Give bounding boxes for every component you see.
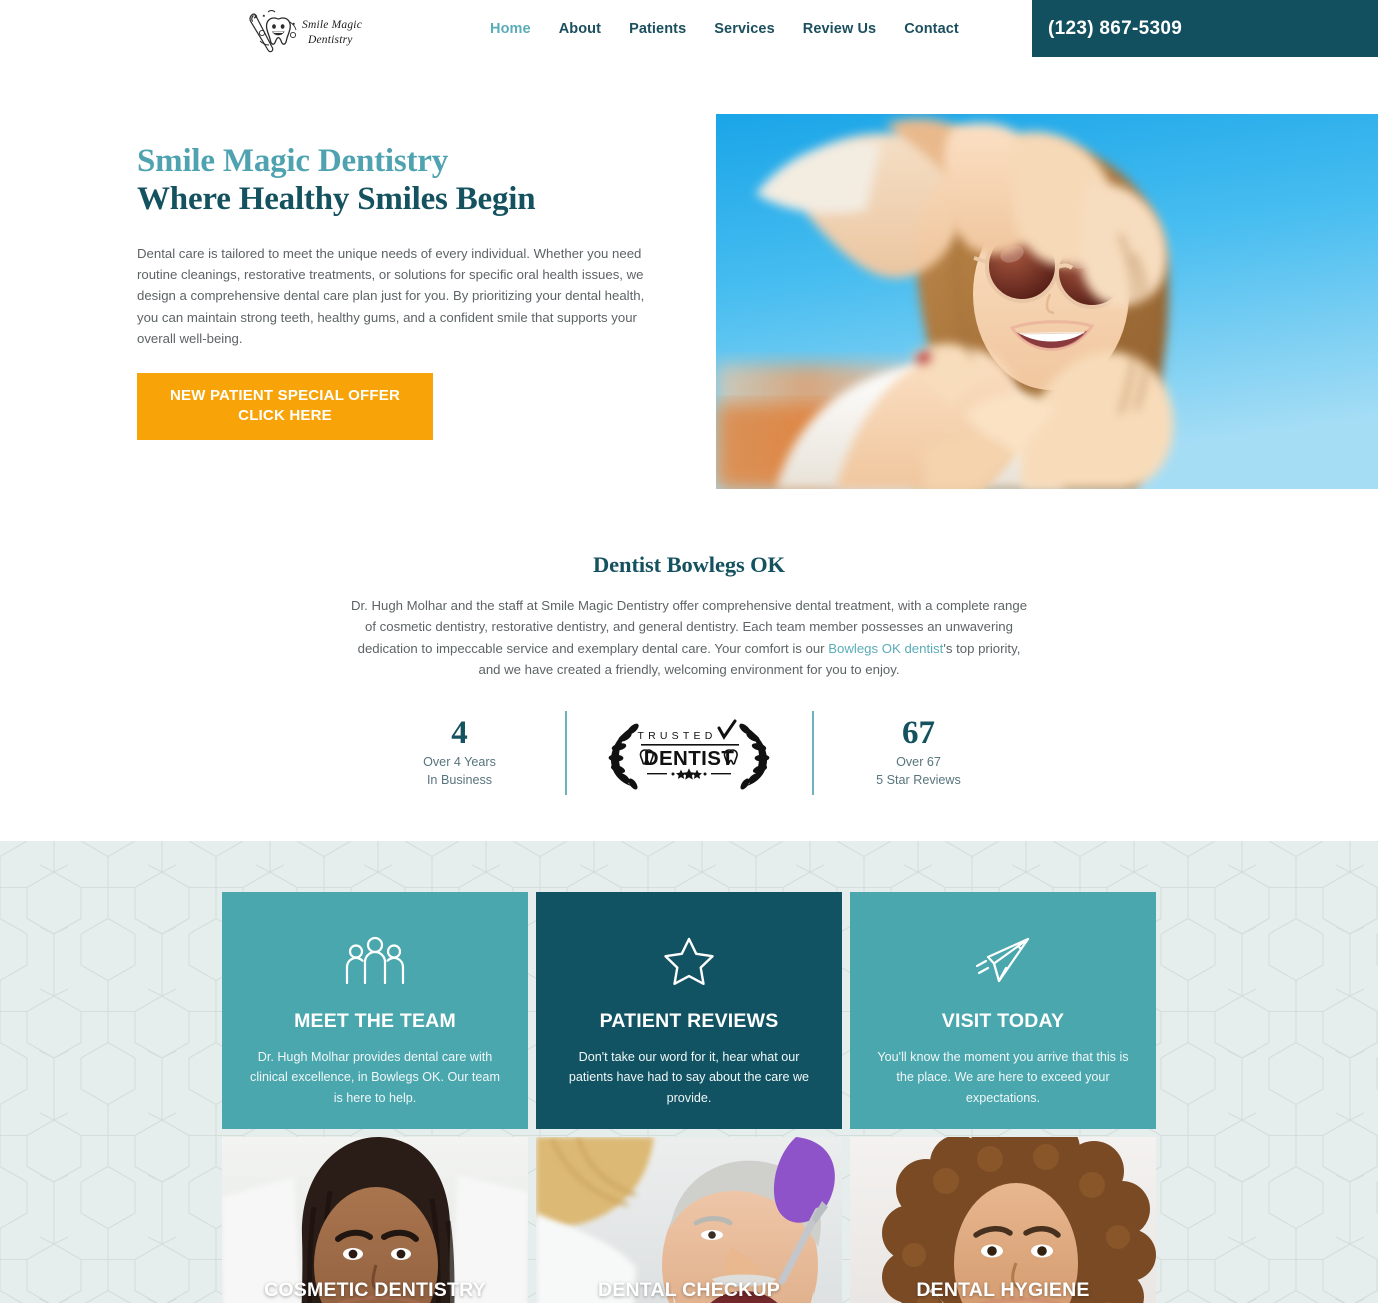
service-label-dental-hygiene: DENTAL HYGIENE [916, 1278, 1090, 1301]
hero-image [716, 114, 1378, 489]
cta-line2: CLICK HERE [238, 407, 332, 425]
trusted-dentist-badge-icon: TRUSTED DENTIST [608, 719, 770, 789]
nav-item-home[interactable]: Home [490, 21, 531, 37]
stat-reviews-number: 67 [902, 714, 935, 751]
card-patient-reviews[interactable]: PATIENT REVIEWS Don't take our word for … [536, 891, 842, 1129]
card-title-visit-today: VISIT TODAY [941, 1009, 1065, 1032]
stat-five-star-reviews: 67 Over 67 5 Star Reviews [814, 716, 1024, 789]
stat-years-label: Over 4 Years In Business [355, 754, 565, 789]
stats-row: 4 Over 4 Years In Business TRUSTED DENTI… [339, 710, 1039, 795]
stat-reviews-line1: Over 67 [896, 755, 941, 770]
main-navigation: Home About Patients Services Review Us C… [490, 0, 959, 57]
hero-content: Smile Magic Dentistry Where Healthy Smil… [137, 142, 667, 440]
card-text-patient-reviews: Don't take our word for it, hear what ou… [568, 1049, 810, 1105]
info-cards-row: MEET THE TEAM Dr. Hugh Molhar provides d… [222, 891, 1156, 1129]
nav-item-about[interactable]: About [559, 21, 601, 37]
stat-years-number: 4 [451, 714, 468, 751]
card-title-patient-reviews: PATIENT REVIEWS [599, 1009, 779, 1032]
hero-heading-line2: Where Healthy Smiles Begin [137, 181, 536, 218]
nav-item-services[interactable]: Services [714, 21, 774, 37]
stat-years-in-business: 4 Over 4 Years In Business [355, 716, 565, 789]
service-card-dental-hygiene[interactable]: DENTAL HYGIENE [850, 1136, 1156, 1303]
tooth-toothbrush-logo-icon: Smile Magic Dentistry [249, 10, 362, 53]
service-cards-row: COSMETIC DENTISTRY DENTAL CHECKUP DENTAL… [222, 1136, 1156, 1303]
hero-paragraph: Dental care is tailored to meet the uniq… [137, 245, 645, 347]
stat-years-line1: Over 4 Years [423, 755, 496, 770]
stat-reviews-label: Over 67 5 Star Reviews [814, 754, 1024, 789]
card-text-meet-the-team: Dr. Hugh Molhar provides dental care wit… [250, 1049, 500, 1105]
service-card-dental-checkup[interactable]: DENTAL CHECKUP [536, 1136, 842, 1303]
people-group-icon [244, 932, 506, 990]
svg-text:Smile Magic: Smile Magic [302, 19, 362, 31]
paper-plane-icon [872, 932, 1134, 990]
hero-photo-woman-framing-face [716, 114, 1378, 489]
card-title-meet-the-team: MEET THE TEAM [294, 1009, 456, 1032]
stat-reviews-line2: 5 Star Reviews [876, 772, 961, 787]
service-label-cosmetic-dentistry: COSMETIC DENTISTRY [264, 1278, 486, 1301]
page-root: Smile Magic Dentistry Home About Patient… [0, 0, 1378, 1303]
svg-text:TRUSTED: TRUSTED [638, 730, 717, 742]
card-text-visit-today: You'll know the moment you arrive that t… [877, 1049, 1129, 1105]
hero-heading: Smile Magic Dentistry Where Healthy Smil… [137, 142, 667, 219]
intro-section: Dentist Bowlegs OK Dr. Hugh Molhar and t… [0, 489, 1378, 841]
svg-text:DENTIST: DENTIST [644, 747, 735, 770]
nav-item-patients[interactable]: Patients [629, 21, 686, 37]
intro-paragraph: Dr. Hugh Molhar and the staff at Smile M… [349, 595, 1029, 681]
nav-item-contact[interactable]: Contact [904, 21, 959, 37]
service-card-cosmetic-dentistry[interactable]: COSMETIC DENTISTRY [222, 1136, 528, 1303]
cta-line1: NEW PATIENT SPECIAL OFFER [169, 387, 400, 405]
bowlegs-ok-dentist-link[interactable]: Bowlegs OK dentist [828, 641, 943, 656]
trusted-dentist-badge: TRUSTED DENTIST [567, 716, 812, 790]
intro-title: Dentist Bowlegs OK [593, 552, 785, 577]
svg-text:Dentistry: Dentistry [307, 34, 353, 46]
card-meet-the-team[interactable]: MEET THE TEAM Dr. Hugh Molhar provides d… [222, 891, 528, 1129]
site-header: Smile Magic Dentistry Home About Patient… [0, 0, 1378, 57]
stat-years-line2: In Business [426, 772, 493, 787]
phone-number[interactable]: (123) 867-5309 [1048, 18, 1182, 40]
card-visit-today[interactable]: VISIT TODAY You'll know the moment you a… [850, 891, 1156, 1129]
star-icon [558, 932, 820, 990]
cards-container: MEET THE TEAM Dr. Hugh Molhar provides d… [222, 841, 1156, 1303]
site-logo[interactable]: Smile Magic Dentistry [238, 6, 362, 58]
features-section: MEET THE TEAM Dr. Hugh Molhar provides d… [0, 840, 1378, 1303]
hero-section: Smile Magic Dentistry Where Healthy Smil… [0, 57, 1378, 489]
nav-item-review-us[interactable]: Review Us [803, 21, 876, 37]
new-patient-special-offer-button[interactable]: NEW PATIENT SPECIAL OFFER CLICK HERE [137, 373, 433, 440]
hero-heading-line1: Smile Magic Dentistry [137, 143, 449, 179]
phone-bar[interactable]: (123) 867-5309 [1032, 0, 1378, 57]
service-label-dental-checkup: DENTAL CHECKUP [598, 1278, 780, 1301]
